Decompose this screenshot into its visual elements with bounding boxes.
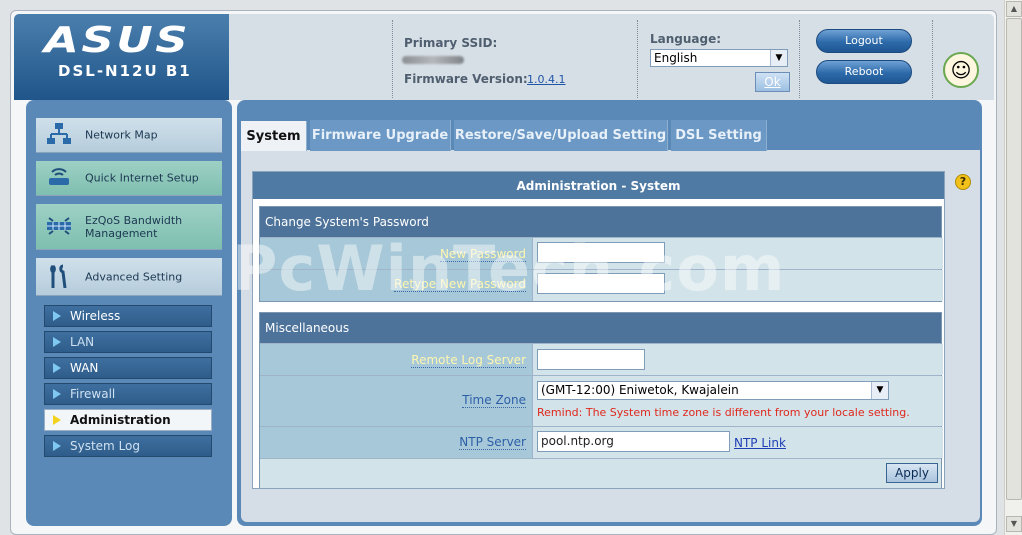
sidebar-item-label: Firewall: [70, 387, 116, 401]
firmware-version-link[interactable]: 1.0.4.1: [527, 73, 565, 86]
header-divider: [799, 20, 800, 98]
tab-restore-save-upload[interactable]: Restore/Save/Upload Setting: [454, 120, 668, 151]
miscellaneous-section: Miscellaneous Remote Log Server Time Zon…: [259, 312, 943, 488]
logout-button[interactable]: Logout: [816, 29, 912, 53]
panel-title: Administration - System: [253, 172, 944, 199]
firmware-version-label: Firmware Version:: [404, 72, 528, 86]
chevron-down-icon[interactable]: ▼: [871, 382, 888, 399]
apply-button[interactable]: Apply: [886, 463, 938, 483]
remote-log-input[interactable]: [537, 349, 645, 370]
sidebar-item-administration[interactable]: Administration: [44, 409, 212, 431]
asus-logo: ASUS: [44, 20, 191, 61]
new-password-row: New Password: [260, 237, 943, 269]
sidebar-item-label: Administration: [70, 413, 171, 427]
password-section: Change System's Password New Password Re…: [259, 206, 943, 302]
retype-password-label: Retype New Password: [394, 277, 526, 292]
sidebar-item-ezqos[interactable]: EzQoS Bandwidth Management: [36, 204, 222, 250]
time-zone-row: Time Zone (GMT-12:00) Eniwetok, Kwajalei…: [260, 375, 943, 426]
section-header: Change System's Password: [260, 207, 941, 237]
arrow-right-icon: [53, 363, 61, 373]
brand-logo-area: ASUS DSL-N12U B1: [14, 14, 229, 100]
sidebar-item-label: Wireless: [70, 309, 121, 323]
arrow-right-icon: [53, 415, 61, 425]
header-divider: [392, 20, 393, 98]
ntp-server-input[interactable]: pool.ntp.org: [537, 431, 730, 452]
header-bar: ASUS DSL-N12U B1 Primary SSID: Firmware …: [14, 14, 994, 100]
time-zone-remind-text: Remind: The System time zone is differen…: [537, 406, 910, 419]
sidebar-item-network-map[interactable]: Network Map: [36, 118, 222, 153]
language-select[interactable]: English ▼: [650, 49, 788, 67]
tools-icon: [44, 264, 74, 290]
tab-firmware-upgrade[interactable]: Firmware Upgrade: [310, 120, 451, 151]
vertical-scrollbar[interactable]: ▲ ▼: [1004, 0, 1022, 535]
section-header: Miscellaneous: [260, 313, 941, 343]
network-map-icon: [44, 122, 74, 148]
sidebar-item-wan[interactable]: WAN: [44, 357, 212, 379]
sidebar-item-wireless[interactable]: Wireless: [44, 305, 212, 327]
sidebar-item-lan[interactable]: LAN: [44, 331, 212, 353]
time-zone-label: Time Zone: [462, 393, 526, 408]
tab-dsl-setting[interactable]: DSL Setting: [671, 120, 767, 151]
sidebar-item-quick-internet-setup[interactable]: Quick Internet Setup: [36, 161, 222, 196]
help-icon[interactable]: ?: [955, 174, 971, 190]
qos-icon: [44, 214, 74, 240]
ntp-link[interactable]: NTP Link: [734, 436, 786, 450]
language-label: Language:: [650, 32, 722, 46]
arrow-right-icon: [53, 311, 61, 321]
sidebar-item-firewall[interactable]: Firewall: [44, 383, 212, 405]
apply-row: Apply: [260, 458, 941, 488]
ntp-server-row: NTP Server pool.ntp.org NTP Link: [260, 426, 943, 458]
chevron-down-icon[interactable]: ▼: [770, 50, 787, 66]
retype-password-row: Retype New Password: [260, 269, 943, 301]
scrollbar-thumb[interactable]: [1006, 18, 1022, 500]
scroll-down-icon[interactable]: ▼: [1006, 516, 1022, 532]
primary-ssid-label: Primary SSID:: [404, 36, 498, 50]
reboot-button[interactable]: Reboot: [816, 60, 912, 84]
sidebar-item-label: Network Map: [85, 128, 158, 142]
new-password-label: New Password: [439, 247, 526, 262]
retype-password-input[interactable]: [537, 273, 665, 294]
remote-log-label: Remote Log Server: [411, 353, 526, 368]
sidebar-item-system-log[interactable]: System Log: [44, 435, 212, 457]
sidebar-item-label: Advanced Setting: [85, 270, 183, 283]
remote-log-row: Remote Log Server: [260, 343, 943, 375]
new-password-input[interactable]: [537, 242, 665, 263]
sidebar: Network Map Quick Internet Setup EzQoS B…: [26, 100, 232, 526]
model-name: DSL-N12U B1: [58, 62, 192, 80]
administration-panel: Administration - System Change System's …: [252, 171, 945, 489]
language-ok-button[interactable]: Ok: [755, 72, 790, 92]
sidebar-item-label: Quick Internet Setup: [85, 171, 199, 185]
router-icon: [44, 165, 74, 191]
scroll-up-icon[interactable]: ▲: [1006, 1, 1022, 17]
header-divider: [637, 20, 638, 98]
sidebar-item-label: WAN: [70, 361, 99, 375]
time-zone-value: (GMT-12:00) Eniwetok, Kwajalein: [541, 383, 739, 397]
tab-system[interactable]: System: [241, 121, 307, 151]
arrow-right-icon: [53, 389, 61, 399]
sidebar-item-label: System Log: [70, 439, 140, 453]
sidebar-item-advanced-setting[interactable]: Advanced Setting: [36, 258, 222, 296]
ssid-value-blurred: [402, 56, 464, 64]
sidebar-item-label: EzQoS Bandwidth Management: [85, 213, 183, 240]
assistant-mascot-icon[interactable]: ☺: [943, 52, 979, 88]
arrow-right-icon: [53, 337, 61, 347]
arrow-right-icon: [53, 441, 61, 451]
ntp-server-label: NTP Server: [459, 435, 526, 450]
language-select-value: English: [654, 51, 698, 65]
time-zone-select[interactable]: (GMT-12:00) Eniwetok, Kwajalein ▼: [537, 381, 889, 400]
header-divider: [932, 20, 933, 98]
sidebar-item-label: LAN: [70, 335, 95, 349]
